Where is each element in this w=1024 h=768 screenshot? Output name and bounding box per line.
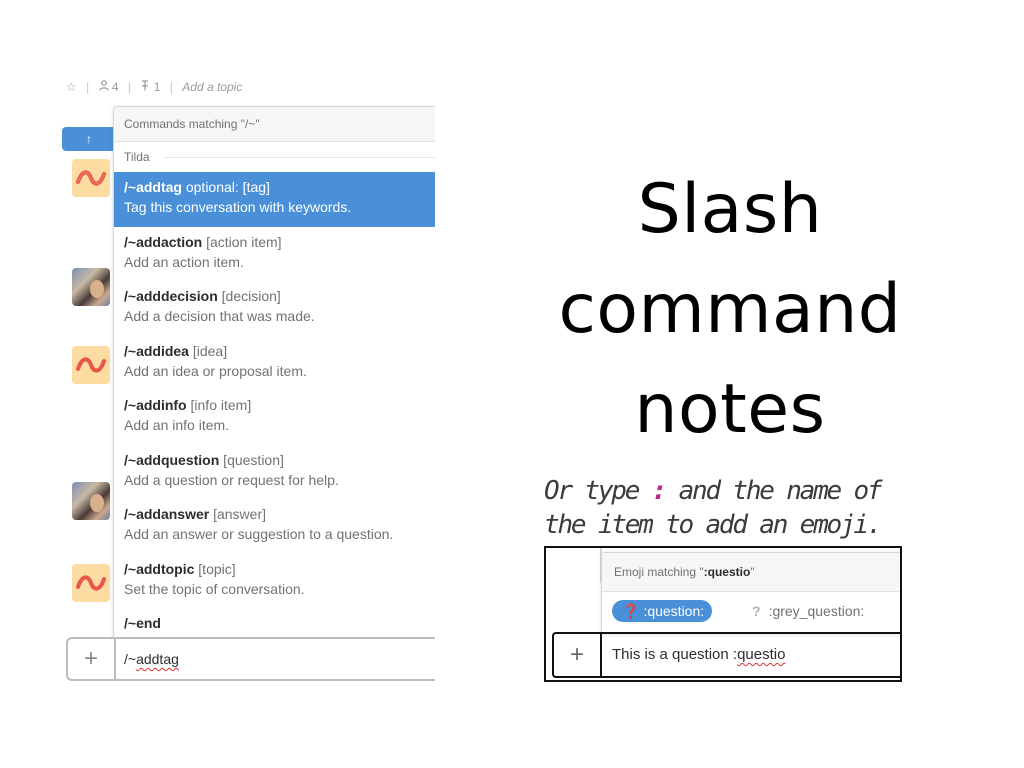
command-name: /~addtag xyxy=(124,179,182,195)
command-item-addanswer[interactable]: /~addanswer [answer] Add an answer or su… xyxy=(114,499,435,554)
command-description: Add an idea or proposal item. xyxy=(124,362,307,379)
command-description: Add an action item. xyxy=(124,253,244,270)
note-text: Or type xyxy=(544,476,652,506)
jump-to-unread-button[interactable]: ↑ xyxy=(62,127,116,151)
command-description: Set the topic of conversation. xyxy=(124,580,305,597)
command-name: /~end xyxy=(124,615,161,631)
header-query: :questio xyxy=(703,565,751,579)
pins-count[interactable]: 1 xyxy=(154,80,161,94)
command-description: Add a decision that was made. xyxy=(124,308,315,324)
emoji-option-grey-question[interactable]: ? :grey_question: xyxy=(752,600,864,622)
command-item-addquestion[interactable]: /~addquestion [question] Add a question … xyxy=(114,445,435,500)
command-item-addaction[interactable]: /~addaction [action item] Add an action … xyxy=(114,227,435,282)
message-input[interactable]: This is a question :questio xyxy=(612,634,785,676)
command-args: [question] xyxy=(219,451,284,468)
command-name: /~adddecision xyxy=(124,288,218,304)
input-word: questio xyxy=(737,646,786,663)
emoji-note: Or type : and the name of the item to ad… xyxy=(544,474,883,542)
header-suffix: " xyxy=(750,565,755,579)
command-name: /~addtopic xyxy=(124,560,195,577)
emoji-autocomplete-screenshot: Emoji matching ":questio" ❓:question: ?:… xyxy=(544,546,902,682)
command-item-addtopic[interactable]: /~addtopic [topic] Set the topic of conv… xyxy=(114,554,435,609)
emoji-popup-header: Emoji matching ":questio" xyxy=(602,553,900,592)
members-count[interactable]: 4 xyxy=(112,80,119,94)
channel-header: ☆ | 4 | 1 | Add a topic xyxy=(66,80,243,94)
command-name: /~addanswer xyxy=(124,506,210,522)
message-composer: + This is a question :questio xyxy=(552,632,900,678)
emoji-autocomplete-menu: Emoji matching ":questio" ❓:question: ?:… xyxy=(601,552,900,634)
command-description: Tag this conversation with keywords. xyxy=(124,199,352,215)
autocomplete-header: Commands matching "/~" xyxy=(114,107,435,142)
tilda-avatar xyxy=(72,346,110,384)
command-args: optional: [tag] xyxy=(181,179,270,195)
title-line-1: Slash command xyxy=(558,170,902,349)
note-text: and the name of xyxy=(665,476,883,506)
command-name: /~addinfo xyxy=(124,397,187,413)
command-args: [answer] xyxy=(209,506,267,522)
input-prefix: This is a question : xyxy=(612,646,738,663)
input-prefix: /~ xyxy=(124,651,137,667)
command-name: /~addidea xyxy=(124,342,189,359)
command-description: Add a question or request for help. xyxy=(124,471,339,488)
command-item-addidea[interactable]: /~addidea [idea] Add an idea or proposal… xyxy=(114,336,435,391)
pin-icon[interactable] xyxy=(140,80,150,94)
message-input[interactable]: /~addtag xyxy=(124,639,179,679)
attach-plus-button[interactable]: + xyxy=(68,639,116,679)
command-args: [decision] xyxy=(217,288,281,304)
tilda-avatar xyxy=(72,564,110,602)
command-autocomplete-menu: Commands matching "/~" Tilda /~addtag op… xyxy=(113,106,435,640)
attach-plus-button[interactable]: + xyxy=(554,634,602,676)
command-item-end[interactable]: /~end xyxy=(114,608,435,638)
user-avatar xyxy=(72,482,110,520)
command-item-addinfo[interactable]: /~addinfo [info item] Add an info item. xyxy=(114,390,435,445)
command-description: Add an answer or suggestion to a questio… xyxy=(124,526,394,542)
command-args: [action item] xyxy=(202,233,282,250)
slash-command-screenshot: ☆ | 4 | 1 | Add a topic ↑ Commands match… xyxy=(58,74,435,684)
emoji-label: :grey_question: xyxy=(768,603,865,619)
command-args: [info item] xyxy=(186,397,252,413)
input-word: addtag xyxy=(136,651,179,667)
slide-title: Slash command notes xyxy=(460,160,1000,460)
emoji-options: ❓:question: ? :grey_question: xyxy=(602,592,900,632)
command-args: [topic] xyxy=(194,560,236,577)
emoji-option-question[interactable]: ❓:question: xyxy=(612,600,713,622)
command-args: [idea] xyxy=(188,342,228,359)
tilda-avatar xyxy=(72,159,110,197)
grey-question-icon: ? xyxy=(752,603,761,619)
header-prefix: Emoji matching " xyxy=(614,565,704,579)
command-name: /~addaction xyxy=(124,233,203,250)
note-colon: : xyxy=(651,476,668,506)
note-line-2: the item to add an emoji. xyxy=(544,510,883,540)
add-topic-link[interactable]: Add a topic xyxy=(182,80,242,94)
red-question-icon: ❓ xyxy=(622,603,640,619)
emoji-label: :question: xyxy=(643,603,705,619)
command-item-adddecision[interactable]: /~adddecision [decision] Add a decision … xyxy=(114,281,435,336)
command-item-addtag[interactable]: /~addtag optional: [tag] Tag this conver… xyxy=(114,172,435,227)
command-description: Add an info item. xyxy=(124,417,230,433)
user-avatar xyxy=(72,268,110,306)
autocomplete-group-label: Tilda xyxy=(114,142,435,172)
message-composer: + /~addtag xyxy=(66,637,435,681)
members-icon[interactable] xyxy=(98,80,109,94)
command-name: /~addquestion xyxy=(124,451,220,468)
title-line-2: notes xyxy=(634,370,826,449)
star-icon[interactable]: ☆ xyxy=(66,80,77,94)
